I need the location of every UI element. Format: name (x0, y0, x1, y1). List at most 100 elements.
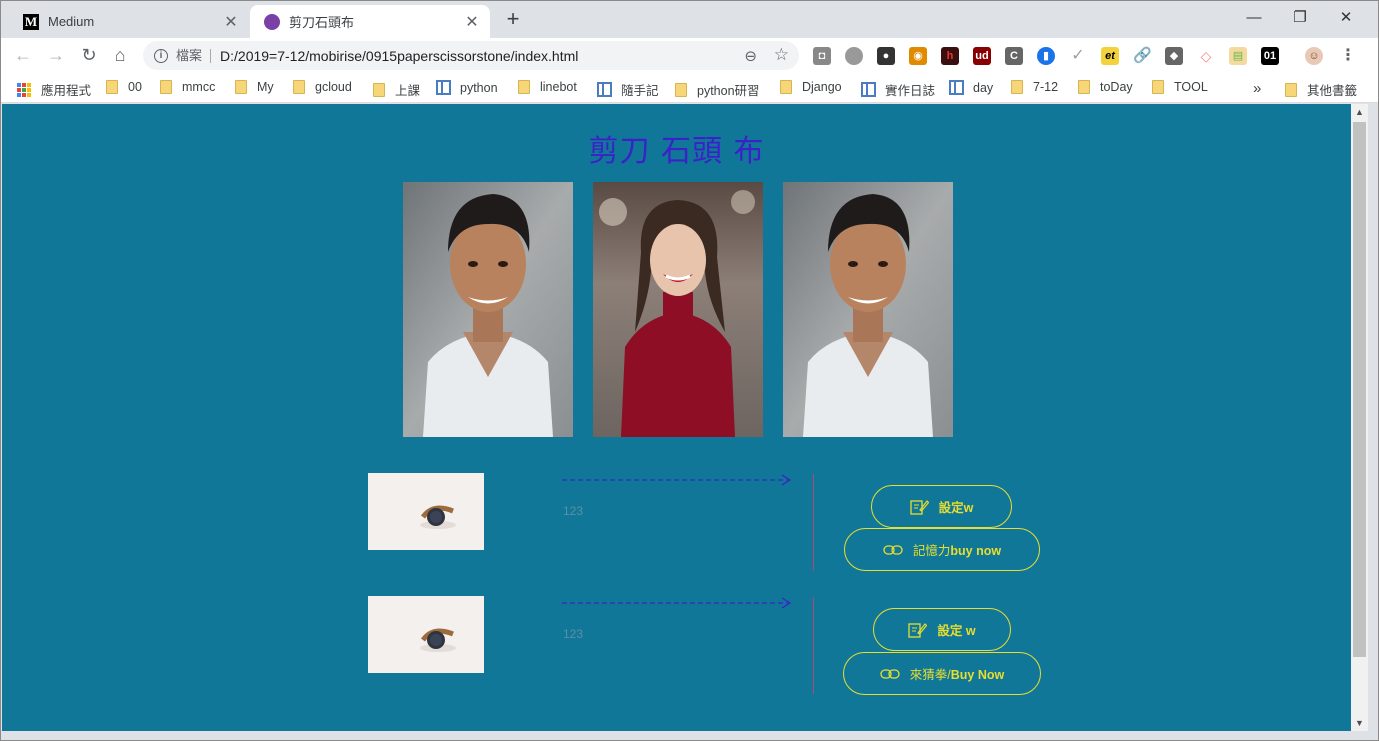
buy-now-button[interactable]: 記憶力buy now (844, 528, 1040, 571)
bookmark-item[interactable]: toDay (1078, 80, 1133, 94)
divider-line (813, 474, 814, 571)
check-extension-icon[interactable]: ✓ (1069, 47, 1087, 65)
bookmark-item[interactable]: 7-12 (1011, 80, 1058, 94)
bookmark-label: 上課 (395, 84, 421, 98)
scroll-up-icon[interactable]: ▲ (1351, 104, 1368, 120)
number-extension-icon[interactable]: 01 (1261, 47, 1279, 65)
folder-icon (373, 82, 385, 97)
bookmark-label: gcloud (315, 80, 352, 94)
bookmark-item[interactable]: day (949, 80, 993, 95)
arrow-line (562, 474, 792, 486)
minimize-icon[interactable]: — (1231, 5, 1277, 31)
buy-now-button[interactable]: 來猜拳/Buy Now (843, 652, 1041, 695)
et-extension-icon[interactable]: et (1101, 47, 1119, 65)
bookmark-item[interactable]: Django (780, 80, 842, 94)
row-value-text: 123 (563, 627, 584, 641)
bookmark-label: day (973, 80, 994, 95)
bookmark-item[interactable]: linebot (518, 80, 577, 94)
page-icon (949, 80, 964, 95)
restore-icon[interactable]: ❐ (1277, 5, 1323, 31)
tab-title: 剪刀石頭布 (289, 15, 355, 30)
bookmark-item[interactable]: 實作日誌 (861, 80, 935, 99)
bookmark-item[interactable]: 隨手記 (597, 80, 659, 99)
tab-medium[interactable]: M Medium ✕ (9, 5, 249, 38)
buy-now-prefix: 記憶力 (912, 544, 951, 558)
bookmark-extension-icon[interactable]: ▮ (1037, 47, 1055, 65)
bookmark-label: linebot (540, 80, 577, 94)
bookmarks-bar: 應用程式 00 mmcc My gcloud 上課 python linebot… (1, 73, 1378, 103)
info-icon[interactable]: i (154, 48, 168, 63)
bookmark-item[interactable]: 00 (106, 80, 142, 94)
settings-button[interactable]: 設定 w (873, 608, 1011, 651)
page-title: 剪刀 石頭 布 (588, 134, 765, 169)
browser-toolbar: ← → ↻ ⌂ i 檔案 D:/2019=7-12/mobirise/0915p… (1, 38, 1378, 73)
bookmark-item[interactable]: gcloud (293, 80, 352, 94)
spy-extension-icon[interactable]: ● (877, 47, 895, 65)
bookmark-star-icon[interactable]: ☆ (774, 45, 789, 65)
player-photo-man-right (783, 182, 953, 437)
link-icon (880, 668, 900, 679)
address-bar[interactable]: i 檔案 D:/2019=7-12/mobirise/0915paperscis… (143, 41, 799, 70)
share-extension-icon[interactable]: ◇ (1197, 47, 1215, 65)
settings-button[interactable]: 設定w (871, 485, 1012, 528)
bookmark-label: mmcc (182, 80, 216, 94)
browser-window: M Medium ✕ 剪刀石頭布 ✕ + — ❐ ✕ ← → ↻ ⌂ i 檔案 … (0, 0, 1379, 741)
divider-line (813, 597, 814, 694)
bookmark-item[interactable]: mmcc (160, 80, 215, 94)
apps-grid-icon (17, 82, 31, 97)
vertical-scrollbar[interactable]: ▲ ▼ (1351, 104, 1368, 731)
folder-icon (235, 80, 247, 94)
back-icon[interactable]: ← (11, 43, 35, 67)
folder-icon (518, 80, 530, 94)
url-text[interactable]: D:/2019=7-12/mobirise/0915paperscissorst… (220, 48, 578, 64)
home-icon[interactable]: ⌂ (108, 43, 132, 67)
location-extension-icon[interactable]: ◆ (1165, 47, 1183, 65)
bookmark-label: 其他書籤 (1307, 84, 1358, 98)
folder-icon (1011, 80, 1023, 94)
reload-icon[interactable]: ↻ (77, 43, 101, 67)
bookmark-item[interactable]: python研習 (675, 80, 760, 99)
bookmark-item[interactable]: 上課 (373, 80, 420, 99)
bookmark-item[interactable]: My (235, 80, 274, 94)
c-extension-icon[interactable]: C (1005, 47, 1023, 65)
camera-extension-icon[interactable]: ◘ (813, 47, 831, 65)
scrollbar-thumb[interactable] (1353, 122, 1366, 657)
bookmark-apps[interactable]: 應用程式 (17, 80, 91, 99)
player-photo-man-left (403, 182, 573, 437)
folder-icon (293, 80, 305, 94)
medium-logo-icon: M (23, 13, 39, 30)
buy-now-suffix: buy now (950, 544, 1002, 558)
close-icon[interactable]: ✕ (464, 12, 480, 32)
buy-now-button-label: 來猜拳/Buy Now (910, 664, 1004, 683)
bookmark-label: 應用程式 (41, 84, 92, 98)
bookmark-item[interactable]: TOOL (1152, 80, 1208, 94)
notes-extension-icon[interactable]: ▤ (1229, 47, 1247, 65)
folder-icon (1152, 80, 1164, 94)
forward-icon[interactable]: → (44, 43, 68, 67)
link-extension-icon[interactable]: 🔗 (1133, 47, 1152, 65)
bookmark-label: 實作日誌 (885, 84, 936, 98)
bookmark-label: python研習 (697, 84, 760, 98)
bookmark-label: My (257, 80, 274, 94)
page-icon (861, 82, 876, 97)
globe-extension-icon[interactable] (845, 47, 863, 65)
tab-rock-paper-scissors[interactable]: 剪刀石頭布 ✕ (250, 5, 490, 38)
scroll-down-icon[interactable]: ▼ (1351, 715, 1368, 731)
zoom-icon[interactable]: ⊖ (744, 47, 757, 65)
ublock-extension-icon[interactable]: ud (973, 47, 991, 65)
edit-icon (909, 500, 929, 515)
page-icon (436, 80, 451, 95)
bookmark-item[interactable]: python (436, 80, 498, 95)
close-window-icon[interactable]: ✕ (1323, 5, 1369, 31)
new-tab-icon[interactable]: + (501, 8, 525, 32)
circle-extension-icon[interactable]: ◉ (909, 47, 927, 65)
other-bookmarks[interactable]: 其他書籤 (1285, 80, 1357, 99)
bookmarks-overflow-button[interactable]: » (1253, 80, 1261, 97)
folder-icon (780, 80, 792, 94)
profile-avatar-icon[interactable]: ☺ (1305, 47, 1323, 65)
h-extension-icon[interactable]: h (941, 47, 959, 65)
menu-kebab-icon[interactable]: ⋮ (1339, 47, 1357, 65)
close-icon[interactable]: ✕ (223, 12, 239, 32)
folder-icon (675, 82, 687, 97)
row-value-text: 123 (563, 504, 584, 518)
